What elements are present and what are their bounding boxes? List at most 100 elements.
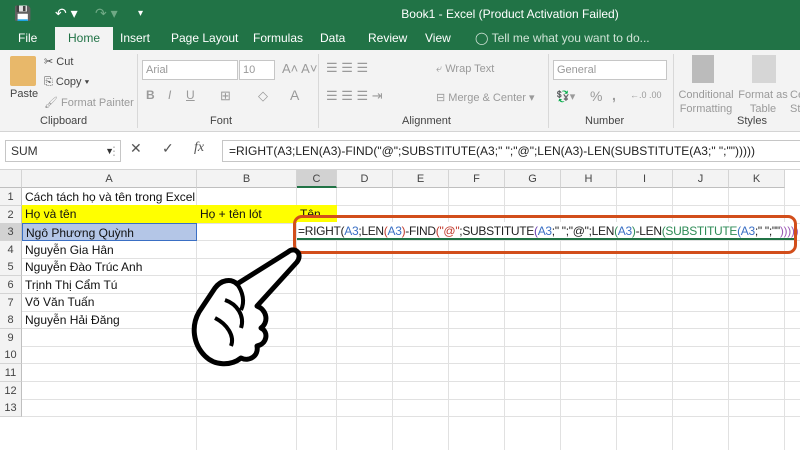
font-size-select[interactable]: 10 bbox=[239, 60, 275, 80]
window-title: Book1 - Excel (Product Activation Failed… bbox=[401, 7, 619, 21]
column-header-b[interactable]: B bbox=[197, 170, 297, 188]
row-header-8[interactable]: 8 bbox=[0, 311, 22, 330]
copy-button[interactable]: ⎘ Copy ▾ bbox=[44, 76, 89, 89]
number-group-label: Number bbox=[585, 115, 625, 127]
row-header-2[interactable]: 2 bbox=[0, 205, 22, 224]
tab-insert[interactable]: Insert bbox=[112, 27, 158, 50]
row-header-7[interactable]: 7 bbox=[0, 293, 22, 312]
alignment-group-label: Alignment bbox=[402, 115, 451, 127]
column-header-f[interactable]: F bbox=[449, 170, 505, 188]
hand-pointer-icon bbox=[191, 247, 302, 367]
cell-a2[interactable]: Họ và tên bbox=[22, 205, 337, 223]
column-header-e[interactable]: E bbox=[393, 170, 449, 188]
fill-color-icon[interactable]: ◇ bbox=[258, 88, 268, 104]
brush-icon: 🖌 bbox=[44, 97, 58, 109]
insert-function-icon[interactable]: fx bbox=[194, 140, 204, 156]
row-header-13[interactable]: 13 bbox=[0, 399, 22, 418]
row-header-12[interactable]: 12 bbox=[0, 381, 22, 400]
row-header-9[interactable]: 9 bbox=[0, 328, 22, 347]
ribbon-tabs: File Home Insert Page Layout Formulas Da… bbox=[0, 27, 800, 50]
styles-group-label: Styles bbox=[737, 115, 767, 127]
wrap-text-icon: ⤶ bbox=[436, 63, 443, 75]
cell-a7[interactable]: Võ Văn Tuấn bbox=[22, 293, 94, 311]
tab-view[interactable]: View bbox=[417, 27, 459, 50]
column-header-k[interactable]: K bbox=[729, 170, 785, 188]
gridline bbox=[22, 293, 800, 294]
grip-icon: ⋮ bbox=[108, 144, 120, 158]
row-header-4[interactable]: 4 bbox=[0, 240, 22, 259]
enter-icon[interactable]: ✓ bbox=[162, 140, 174, 157]
underline-button[interactable]: U bbox=[186, 88, 195, 102]
column-header-g[interactable]: G bbox=[505, 170, 561, 188]
format-painter-button[interactable]: 🖌 Format Painter bbox=[44, 96, 134, 109]
cancel-icon[interactable]: ✕ bbox=[130, 140, 142, 157]
tab-page-layout[interactable]: Page Layout bbox=[163, 27, 246, 50]
column-header-d[interactable]: D bbox=[337, 170, 393, 188]
font-group-label: Font bbox=[210, 115, 233, 127]
formula-bar: SUM ▼ ⋮ ✕ ✓ fx =RIGHT(A3;LEN(A3)-FIND("@"… bbox=[0, 132, 800, 170]
column-header-a[interactable]: A bbox=[22, 170, 197, 188]
font-grow-shrink-icon[interactable]: A˄ A˅ bbox=[282, 61, 317, 76]
tell-me-search[interactable]: ◯ Tell me what you want to do... bbox=[475, 27, 650, 50]
column-header-h[interactable]: H bbox=[561, 170, 617, 188]
formula-callout-highlight bbox=[293, 215, 797, 254]
borders-icon[interactable]: ⊞ bbox=[220, 88, 231, 104]
cut-button[interactable]: ✂ Cut bbox=[44, 55, 73, 68]
comma-button[interactable]: , bbox=[612, 87, 616, 103]
cell-a4[interactable]: Nguyễn Gia Hân bbox=[22, 241, 114, 259]
format-as-table-button[interactable]: Format as Table bbox=[738, 88, 788, 116]
divider bbox=[673, 54, 674, 128]
cell-a8[interactable]: Nguyễn Hải Đăng bbox=[22, 311, 120, 329]
tab-file[interactable]: File bbox=[10, 27, 45, 50]
select-all-corner[interactable] bbox=[0, 170, 22, 188]
column-header-c[interactable]: C bbox=[297, 170, 337, 188]
wrap-text-button[interactable]: ⤶ Wrap Text bbox=[436, 63, 494, 76]
worksheet-grid: ABCDEFGHIJK 1 2 3 4 5 6 7 8 9 10 11 12 13 Cách tách … bbox=[0, 170, 800, 450]
conditional-formatting-button[interactable]: Conditional Formatting bbox=[676, 88, 736, 116]
conditional-formatting-icon[interactable] bbox=[692, 55, 714, 83]
scissors-icon: ✂ bbox=[44, 56, 54, 68]
cell-a6[interactable]: Trịnh Thị Cẩm Tú bbox=[22, 276, 117, 294]
cell-styles-button[interactable]: Cell Styles bbox=[790, 88, 800, 116]
font-name-select[interactable]: Arial bbox=[142, 60, 238, 80]
cell-a5[interactable]: Nguyễn Đào Trúc Anh bbox=[22, 258, 142, 276]
cell-a1[interactable]: Cách tách họ và tên trong Excel bbox=[22, 188, 195, 206]
decimal-icons[interactable]: ←.0 .00 bbox=[630, 90, 662, 100]
merge-icon: ⊟ bbox=[436, 92, 446, 104]
format-as-table-icon[interactable] bbox=[752, 55, 776, 83]
cell-a3[interactable]: Ngô Phương Quỳnh bbox=[22, 223, 197, 241]
row-header-6[interactable]: 6 bbox=[0, 276, 22, 294]
gridline bbox=[22, 381, 800, 382]
gridline bbox=[22, 328, 800, 330]
italic-button[interactable]: I bbox=[168, 88, 171, 102]
tab-data[interactable]: Data bbox=[312, 27, 353, 50]
column-header-i[interactable]: I bbox=[617, 170, 673, 188]
align-top-icons[interactable]: ☰ ☰ ☰ bbox=[326, 60, 368, 76]
paste-icon[interactable] bbox=[10, 56, 36, 86]
cell-b2[interactable]: Họ + tên lót bbox=[197, 205, 262, 223]
divider bbox=[137, 54, 138, 128]
bold-button[interactable]: B bbox=[146, 88, 155, 102]
tab-review[interactable]: Review bbox=[360, 27, 415, 50]
row-header-3[interactable]: 3 bbox=[0, 223, 22, 242]
gridline bbox=[22, 398, 800, 400]
divider bbox=[318, 54, 319, 128]
row-header-10[interactable]: 10 bbox=[0, 346, 22, 365]
percent-button[interactable]: % bbox=[590, 88, 602, 104]
tab-formulas[interactable]: Formulas bbox=[245, 27, 311, 50]
currency-icon[interactable]: 💱▾ bbox=[556, 90, 575, 103]
font-color-button[interactable]: A bbox=[290, 87, 299, 103]
paste-button[interactable]: Paste bbox=[10, 88, 38, 100]
column-header-j[interactable]: J bbox=[673, 170, 729, 188]
gridline bbox=[22, 345, 800, 347]
tab-home[interactable]: Home bbox=[55, 27, 114, 50]
number-format-select[interactable]: General bbox=[553, 60, 667, 80]
formula-input[interactable]: =RIGHT(A3;LEN(A3)-FIND("@";SUBSTITUTE(A3… bbox=[222, 140, 800, 162]
name-box[interactable]: SUM ▼ bbox=[5, 140, 121, 162]
align-horizontal-icons[interactable]: ☰ ☰ ☰ ⇥ bbox=[326, 88, 383, 104]
row-header-5[interactable]: 5 bbox=[0, 258, 22, 277]
copy-icon: ⎘ bbox=[44, 76, 53, 88]
merge-center-button[interactable]: ⊟ Merge & Center ▾ bbox=[436, 91, 535, 104]
row-header-11[interactable]: 11 bbox=[0, 364, 22, 382]
row-header-1[interactable]: 1 bbox=[0, 188, 22, 206]
